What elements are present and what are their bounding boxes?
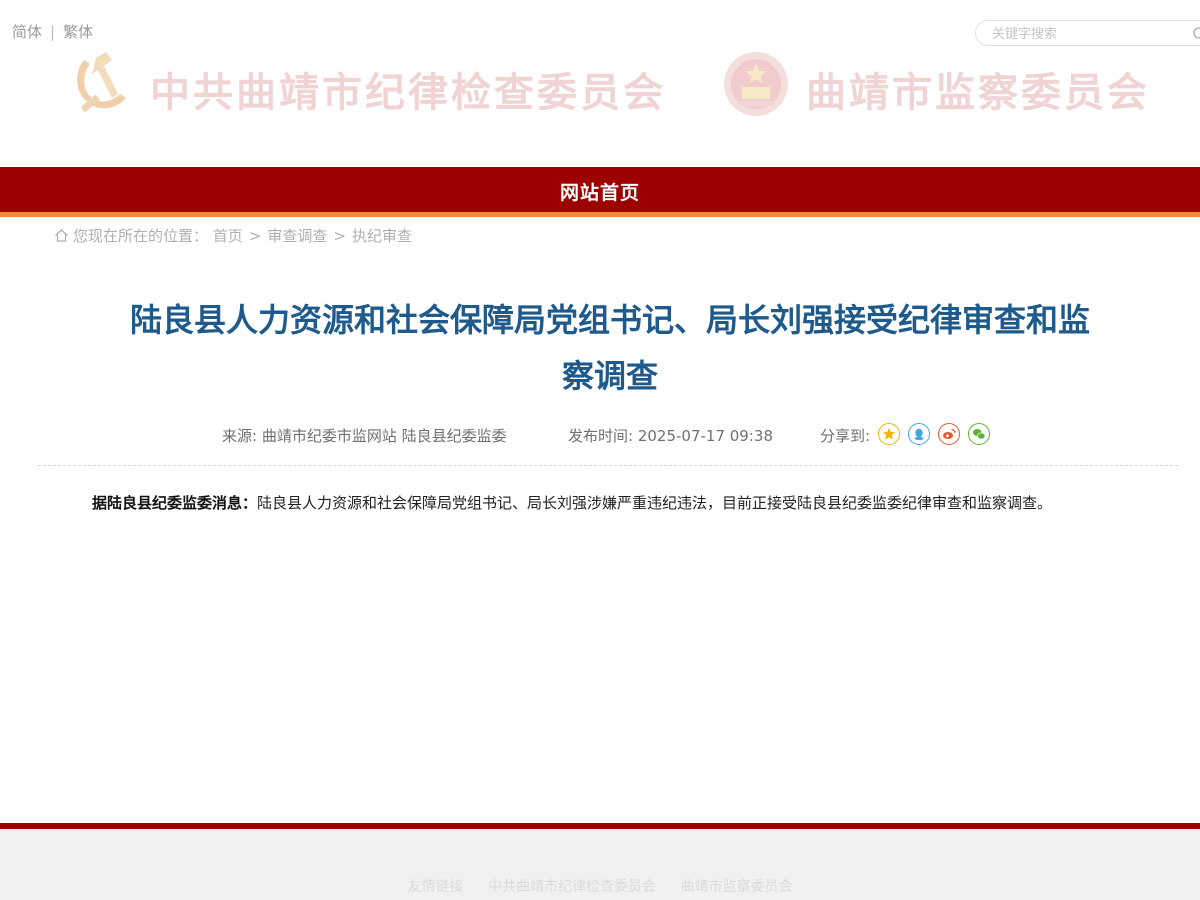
footer-link-friendly-links[interactable]: 友情链接 — [408, 879, 464, 895]
search-icon[interactable] — [1192, 26, 1200, 42]
site-footer: 友情链接 中共曲靖市纪律检查委员会 曲靖市监察委员会 — [0, 829, 1200, 900]
breadcrumb-separator: > — [333, 227, 346, 245]
favorite-star-icon[interactable] — [878, 423, 900, 445]
article-body-text: 陆良县人力资源和社会保障局党组书记、局长刘强涉嫌严重违纪违法，目前正接受陆良县纪… — [257, 494, 1053, 512]
share-label: 分享到: — [820, 427, 871, 445]
breadcrumb-home[interactable]: 首页 — [213, 227, 243, 245]
weibo-icon[interactable] — [938, 423, 960, 445]
article-body: 据陆良县纪委监委消息：陆良县人力资源和社会保障局党组书记、局长刘强涉嫌严重违纪违… — [92, 492, 1122, 514]
article-publish-time: 发布时间: 2025-07-17 09:38 — [568, 427, 773, 445]
national-emblem-icon — [724, 52, 788, 116]
article-source: 来源: 曲靖市纪委市监网站 陆良县纪委监委 — [222, 427, 507, 445]
language-switcher: 简体 | 繁体 — [12, 21, 93, 42]
qq-icon[interactable] — [908, 423, 930, 445]
nav-accent-stripe — [0, 212, 1200, 217]
commission-title: 中共曲靖市纪律检查委员会 — [150, 69, 666, 116]
search-box — [975, 20, 1200, 46]
home-icon — [55, 229, 68, 242]
breadcrumb-discipline-review[interactable]: 执纪审查 — [352, 227, 412, 245]
article-body-lead: 据陆良县纪委监委消息： — [92, 494, 258, 512]
footer-link-commission[interactable]: 中共曲靖市纪律检查委员会 — [488, 879, 656, 895]
lang-simplified-link[interactable]: 简体 — [12, 23, 42, 41]
party-emblem-icon — [77, 52, 126, 112]
nav-home-link[interactable]: 网站首页 — [0, 178, 1200, 205]
footer-links: 友情链接 中共曲靖市纪律检查委员会 曲靖市监察委员会 — [0, 876, 1200, 896]
meta-divider — [38, 465, 1178, 466]
search-input[interactable] — [990, 24, 1184, 44]
main-nav: 网站首页 — [0, 167, 1200, 212]
footer-link-supervision[interactable]: 曲靖市监察委员会 — [680, 879, 792, 895]
share-bar: 分享到: — [820, 425, 870, 446]
supervision-title: 曲靖市监察委员会 — [806, 69, 1150, 116]
wechat-icon[interactable] — [968, 423, 990, 445]
breadcrumb-separator: > — [248, 227, 262, 245]
breadcrumb: 您现在所在的位置： 首页 > 审查调查 > 执纪审查 — [54, 225, 412, 246]
lang-traditional-link[interactable]: 繁体 — [63, 23, 93, 41]
site-header: 简体 | 繁体 中共曲靖市纪律检查委员会 曲靖市监察委员会 — [0, 0, 1200, 167]
breadcrumb-prefix: 您现在所在的位置： — [73, 227, 209, 245]
breadcrumb-review-investigation[interactable]: 审查调查 — [267, 227, 327, 245]
article-title: 陆良县人力资源和社会保障局党组书记、局长刘强接受纪律审查和监察调查 — [129, 301, 1090, 395]
article-meta: 来源: 曲靖市纪委市监网站 陆良县纪委监委 发布时间: 2025-07-17 0… — [0, 423, 1200, 447]
lang-separator: | — [50, 23, 56, 41]
